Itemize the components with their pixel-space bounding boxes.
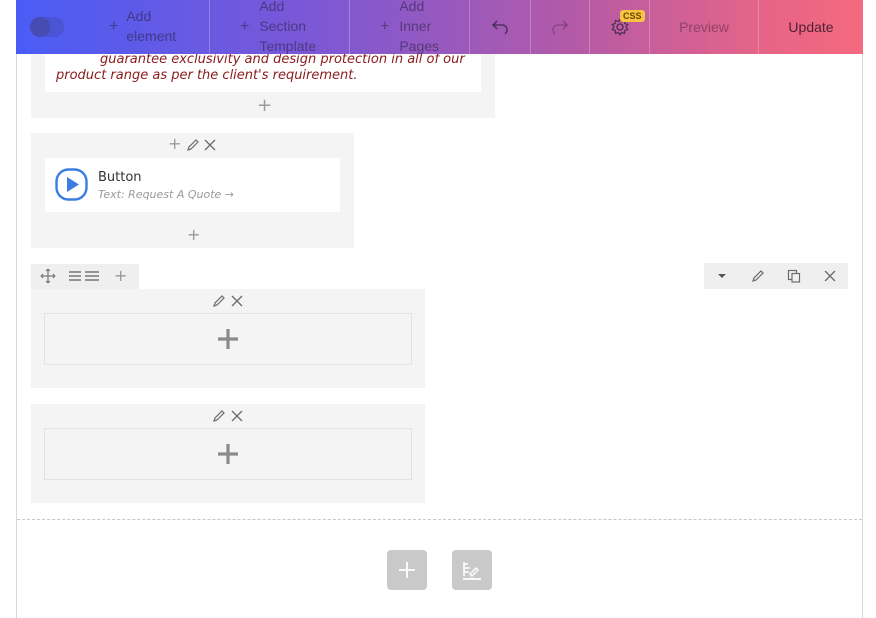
- editor-mode-toggle[interactable]: [16, 0, 109, 54]
- css-badge: CSS: [620, 10, 645, 22]
- plus-icon: [399, 562, 415, 578]
- plus-icon: +: [240, 18, 250, 35]
- add-element-label: Add element: [126, 6, 176, 46]
- add-element-plus-icon[interactable]: [217, 328, 239, 350]
- text-line-2: product range as per the client's requir…: [56, 68, 358, 83]
- pencil-icon[interactable]: [751, 269, 765, 283]
- add-element-label-line1: Add: [126, 8, 152, 24]
- add-section-template-label: Add Section Template: [259, 0, 316, 56]
- caret-down-icon[interactable]: [717, 273, 727, 279]
- text-element-content: guarantee exclusivity and design protect…: [56, 52, 476, 84]
- add-section-template-button[interactable]: + Add Section Template: [210, 0, 350, 54]
- add-inner-pages-label-line2: Inner: [399, 18, 432, 34]
- add-section-template-label-line2: Section: [259, 18, 307, 34]
- close-icon[interactable]: [824, 270, 836, 282]
- close-icon[interactable]: [204, 139, 216, 151]
- builder-top-navbar: + Add element + Add Section Template + A…: [16, 0, 863, 54]
- plus-icon: +: [109, 18, 119, 35]
- add-inner-pages-label-line3: Pages: [399, 38, 440, 54]
- pencil-icon[interactable]: [212, 409, 226, 423]
- canvas-right-border: [862, 0, 863, 618]
- play-button-icon: [55, 168, 88, 201]
- update-button[interactable]: Update: [759, 0, 863, 54]
- redo-button[interactable]: [531, 0, 590, 54]
- undo-icon: [491, 20, 508, 35]
- preview-button[interactable]: Preview: [650, 0, 759, 54]
- plus-icon: +: [380, 18, 390, 35]
- add-section-button[interactable]: [387, 550, 427, 590]
- template-library-icon: [463, 562, 481, 580]
- add-section-drop-zone: [17, 519, 862, 618]
- toggle-knob: [30, 17, 50, 37]
- section-template-button[interactable]: [452, 550, 492, 590]
- button-element-card[interactable]: [45, 158, 340, 212]
- page-builder-canvas: + Add element + Add Section Template + A…: [0, 0, 876, 618]
- redo-icon: [552, 20, 569, 35]
- pencil-icon[interactable]: [212, 294, 226, 308]
- add-element-button[interactable]: + Add element: [109, 0, 210, 54]
- add-element-below-text-icon[interactable]: +: [257, 97, 272, 115]
- close-icon[interactable]: [231, 295, 243, 307]
- toggle-track: [30, 17, 64, 37]
- add-element-below-button-icon[interactable]: +: [187, 227, 200, 243]
- add-icon[interactable]: +: [168, 136, 181, 152]
- add-section-template-label-line1: Add: [259, 0, 285, 14]
- add-element-plus-icon[interactable]: [217, 443, 239, 465]
- add-inner-pages-label-line1: Add: [399, 0, 425, 14]
- close-icon[interactable]: [231, 410, 243, 422]
- columns-layout-icon[interactable]: [68, 270, 100, 282]
- add-inner-pages-button[interactable]: + Add Inner Pages: [350, 0, 470, 54]
- add-column-icon[interactable]: +: [114, 268, 127, 284]
- add-inner-pages-label: Add Inner Pages: [399, 0, 439, 56]
- duplicate-icon[interactable]: [787, 269, 801, 283]
- undo-button[interactable]: [470, 0, 531, 54]
- button-element-title: Button: [98, 170, 142, 185]
- custom-css-button[interactable]: CSS: [590, 0, 650, 54]
- pencil-icon[interactable]: [186, 138, 200, 152]
- add-section-template-label-line3: Template: [259, 38, 317, 54]
- add-element-label-line2: element: [126, 28, 177, 44]
- move-icon[interactable]: [40, 268, 56, 284]
- button-element-subtitle: Text: Request A Quote →: [98, 188, 235, 201]
